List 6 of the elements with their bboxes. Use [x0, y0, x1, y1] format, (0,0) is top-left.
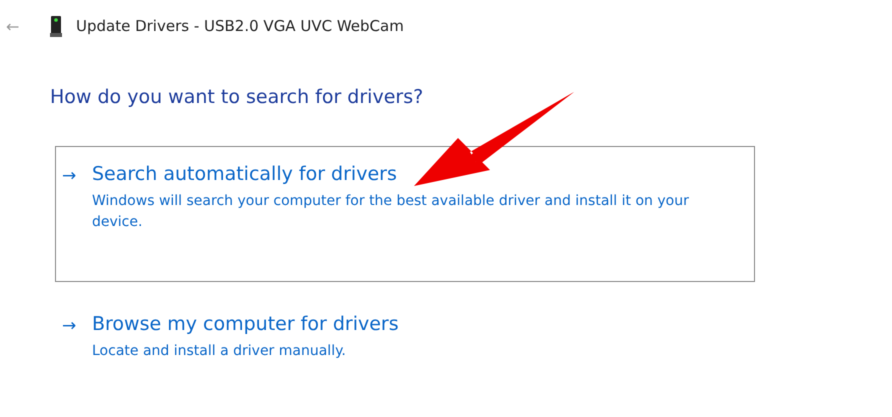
device-icon — [50, 15, 62, 37]
page-heading: How do you want to search for drivers? — [50, 86, 424, 108]
option-button[interactable]: → Search automatically for drivers Windows will search your computer for the best available driver and install it on your device. — [55, 146, 755, 282]
back-button[interactable]: ← — [6, 16, 50, 36]
option-button[interactable]: → Browse my computer for drivers Locate and install a driver manually. — [55, 296, 755, 363]
window-title: Update Drivers - USB2.0 VGA UVC WebCam — [76, 17, 404, 35]
